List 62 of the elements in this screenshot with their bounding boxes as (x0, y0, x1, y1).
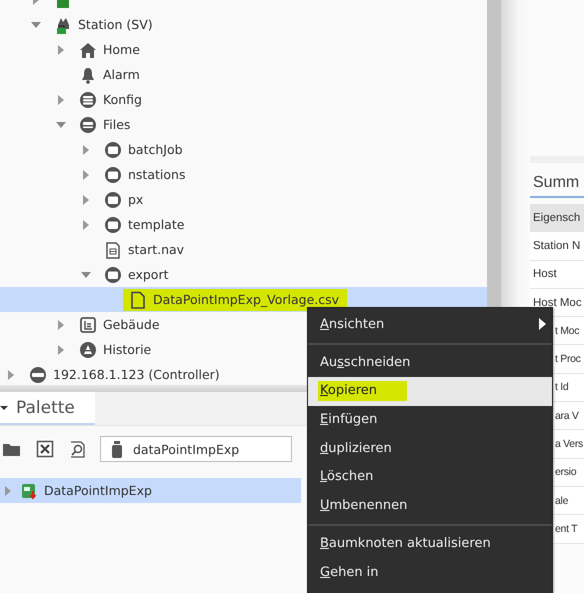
menu-item[interactable]: Umbenennen (308, 491, 552, 520)
file-icon (129, 290, 147, 308)
summary-tab[interactable]: Summ (530, 169, 584, 198)
menu-item[interactable]: Ansichten (308, 310, 552, 338)
tree-label[interactable]: DataPointImpExp (44, 483, 152, 498)
tree-row[interactable]: Alarm (0, 62, 487, 87)
folder-icon (104, 216, 122, 234)
tree-row[interactable]: Files (0, 112, 487, 137)
tree-label[interactable]: Station (SV) (78, 17, 153, 32)
database-icon (79, 90, 97, 108)
document-icon (104, 240, 122, 258)
tree-label[interactable]: 192.168.1.123 (Controller) (53, 367, 220, 382)
tree-label[interactable]: template (128, 217, 184, 232)
tree-row[interactable]: DataPointImpExp (0, 478, 301, 503)
tree-label[interactable]: Historie (103, 342, 152, 357)
bell-icon (79, 66, 97, 84)
tree-label[interactable]: Konfig (103, 92, 142, 107)
tree-row[interactable]: px (0, 187, 487, 212)
tree-row[interactable]: Home (0, 37, 487, 62)
tree-label[interactable]: Home (103, 42, 140, 57)
tree-row[interactable]: Konfig (0, 87, 487, 112)
table-cell: Station N (530, 232, 584, 261)
tree-label[interactable]: Files (103, 117, 130, 132)
tree-label[interactable]: Gebäude (103, 317, 160, 332)
tree-row[interactable]: nstations (0, 162, 487, 187)
menu-item[interactable]: Einfügen (308, 406, 552, 434)
find-icon (68, 440, 86, 458)
menu-item[interactable]: Gehen in (308, 558, 552, 586)
table-cell: Host (530, 260, 584, 289)
drive-icon (79, 116, 97, 134)
palette-tab[interactable]: Palette (0, 392, 95, 425)
menu-item[interactable]: Baumknoten aktualisieren (308, 530, 552, 558)
close-icon (36, 440, 54, 458)
folder-icon (104, 140, 122, 158)
folder-icon (104, 190, 122, 208)
module-icon (20, 482, 38, 500)
menu-item[interactable]: duplizieren (308, 434, 552, 462)
tree-row[interactable]: Station (SV) (0, 12, 487, 37)
tree-row[interactable]: start.nav (0, 237, 487, 262)
tree-label[interactable]: export (128, 267, 168, 282)
menu-item[interactable]: Ausschneiden (308, 348, 552, 377)
jar-icon (111, 440, 123, 458)
building-icon (79, 316, 97, 334)
tree-label[interactable]: batchJob (128, 142, 183, 157)
caret-icon (0, 404, 8, 412)
tree-row[interactable]: batchJob (0, 137, 487, 162)
menu-item[interactable]: Kopieren (308, 377, 552, 406)
history-icon (79, 340, 97, 358)
folder-icon (104, 166, 122, 184)
tree-row[interactable]: DataPointImpExp_Vorlage.csv (0, 287, 487, 312)
home-icon (79, 40, 97, 58)
tree-label[interactable]: nstations (128, 167, 186, 182)
tree-label[interactable]: Alarm (103, 67, 140, 82)
tree-label[interactable]: start.nav (128, 242, 184, 257)
tree-row[interactable]: export (0, 262, 487, 287)
module-field[interactable]: dataPointImpExp (100, 436, 292, 462)
tree-row[interactable]: template (0, 212, 487, 237)
folder-icon (104, 266, 122, 284)
column-header: Eigensch (530, 204, 584, 232)
tree-label[interactable]: px (128, 192, 144, 207)
menu-item[interactable]: Löschen (308, 462, 552, 491)
station-icon (54, 16, 72, 34)
